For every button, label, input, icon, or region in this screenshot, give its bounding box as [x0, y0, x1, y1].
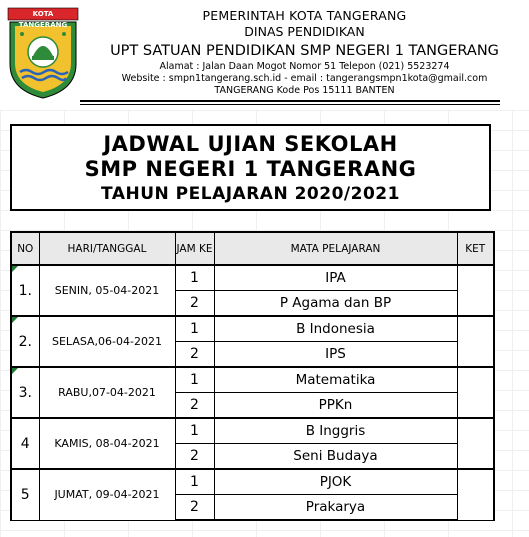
row-number: 2.	[18, 333, 32, 350]
ket-cell	[456, 366, 495, 419]
jam-cell: 1	[174, 417, 215, 444]
schedule-title-box: JADWAL UJIAN SEKOLAH SMP NEGERI 1 TANGER…	[10, 124, 491, 211]
school-address: Alamat : Jalan Daan Mogot Nomor 51 Telep…	[159, 61, 450, 72]
department-name: DINAS PENDIDIKAN	[244, 24, 365, 39]
header-subject: MATA PELAJARAN	[213, 231, 458, 266]
subject-cell: Prakarya	[213, 494, 458, 521]
ket-cell	[456, 315, 495, 368]
ket-cell	[456, 417, 495, 470]
row-number-cell: 3.	[10, 366, 40, 419]
subject-cell: PJOK	[213, 468, 458, 495]
subject-cell: Seni Budaya	[213, 443, 458, 470]
letterhead-text: PEMERINTAH KOTA TANGERANG DINAS PENDIDIK…	[80, 8, 529, 97]
day-cell: JUMAT, 09-04-2021	[38, 468, 176, 521]
jam-cell: 2	[174, 341, 215, 368]
table-row: 2. SELASA,06-04-2021 1 B Indonesia	[10, 315, 495, 368]
table-row: 1. SENIN, 05-04-2021 1 IPA	[10, 264, 495, 317]
jam-cell: 1	[174, 468, 215, 495]
cell-marker-icon	[12, 368, 18, 374]
day-cell: SELASA,06-04-2021	[38, 315, 176, 368]
header-no: NO	[10, 231, 40, 266]
document-title: JADWAL UJIAN SEKOLAH	[103, 132, 398, 156]
row-number: 4	[20, 435, 30, 452]
school-name: UPT SATUAN PENDIDIKAN SMP NEGERI 1 TANGE…	[110, 43, 499, 59]
academic-year: TAHUN PELAJARAN 2020/2021	[101, 184, 400, 204]
logo-label: KOTA TANGERANG	[18, 10, 68, 29]
letterhead-rule-thin	[80, 104, 500, 105]
jam-cell: 2	[174, 443, 215, 470]
letterhead-rule-thick	[80, 100, 500, 102]
school-postal: TANGERANG Kode Pos 15111 BANTEN	[214, 85, 395, 96]
subject-cell: B Indonesia	[213, 315, 458, 342]
row-number-cell: 4	[10, 417, 40, 470]
row-number-cell: 1.	[10, 264, 40, 317]
row-number-cell: 5	[10, 468, 40, 521]
jam-cell: 1	[174, 264, 215, 291]
cell-marker-icon	[12, 317, 18, 323]
letterhead: KOTA TANGERANG PEMERINTAH KOTA TANGERANG…	[0, 0, 529, 110]
school-title: SMP NEGERI 1 TANGERANG	[84, 157, 417, 181]
cell-marker-icon	[12, 266, 18, 272]
subject-cell: IPA	[213, 264, 458, 291]
header-jam: JAM KE	[174, 231, 215, 266]
table-row: 4 KAMIS, 08-04-2021 1 B Inggris	[10, 417, 495, 470]
row-number: 3.	[18, 384, 32, 401]
jam-cell: 2	[174, 392, 215, 419]
row-number: 1.	[18, 282, 32, 299]
subject-cell: P Agama dan BP	[213, 290, 458, 317]
subject-cell: B Inggris	[213, 417, 458, 444]
city-emblem-logo: KOTA TANGERANG	[6, 6, 80, 100]
row-number-cell: 2.	[10, 315, 40, 368]
subject-cell: IPS	[213, 341, 458, 368]
exam-schedule-table: NO HARI/TANGGAL JAM KE MATA PELAJARAN KE…	[10, 231, 495, 521]
ket-cell	[456, 468, 495, 521]
header-ket: KET	[456, 231, 495, 266]
row-number: 5	[20, 486, 30, 503]
subject-cell: Matematika	[213, 366, 458, 393]
table-row: 3. RABU,07-04-2021 1 Matematika	[10, 366, 495, 419]
day-cell: SENIN, 05-04-2021	[38, 264, 176, 317]
day-cell: RABU,07-04-2021	[38, 366, 176, 419]
school-contact: Website : smpn1tangerang.sch.id - email …	[121, 73, 488, 84]
header-day: HARI/TANGGAL	[38, 231, 176, 266]
jam-cell: 2	[174, 290, 215, 317]
government-name: PEMERINTAH KOTA TANGERANG	[202, 8, 407, 23]
jam-cell: 2	[174, 494, 215, 521]
day-cell: KAMIS, 08-04-2021	[38, 417, 176, 470]
jam-cell: 1	[174, 366, 215, 393]
table-header-row: NO HARI/TANGGAL JAM KE MATA PELAJARAN KE…	[10, 231, 495, 266]
table-row: 5 JUMAT, 09-04-2021 1 PJOK	[10, 468, 495, 521]
subject-cell: PPKn	[213, 392, 458, 419]
ket-cell	[456, 264, 495, 317]
jam-cell: 1	[174, 315, 215, 342]
